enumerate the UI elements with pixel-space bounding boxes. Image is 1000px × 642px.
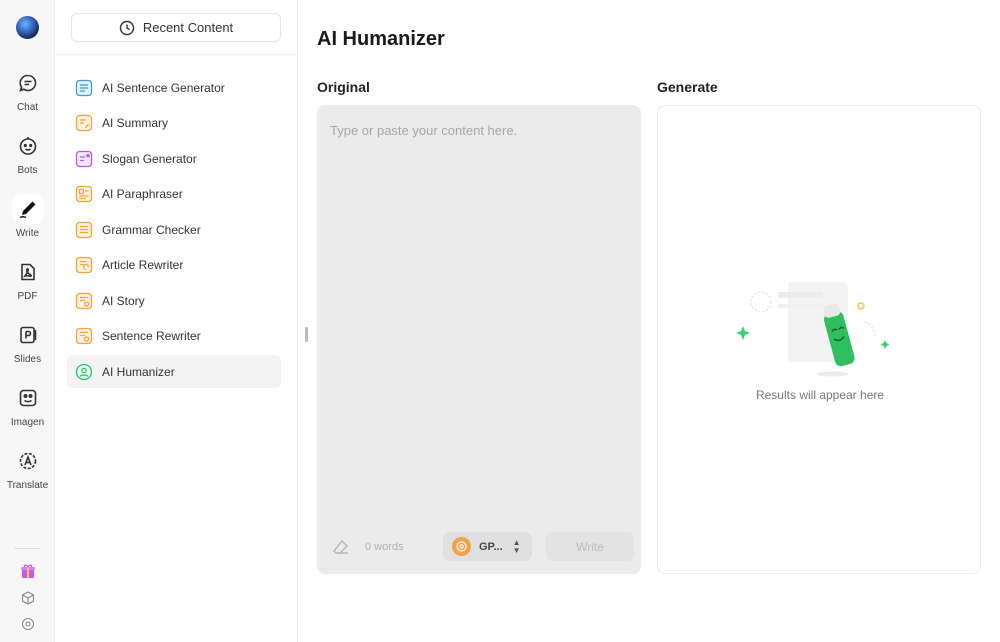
rewriter-icon — [75, 256, 93, 274]
slogan-icon — [75, 150, 93, 167]
tool-label: AI Story — [102, 293, 145, 308]
tool-item-grammar-checker[interactable]: Grammar Checker — [67, 213, 281, 246]
tool-label: Slogan Generator — [102, 151, 197, 166]
tool-list: AI Sentence Generator AI Summary Slogan … — [67, 71, 281, 391]
tool-label: AI Summary — [102, 116, 169, 130]
gift-button[interactable] — [0, 563, 55, 579]
cube-icon — [21, 591, 34, 605]
sentence-generator-icon — [75, 79, 93, 96]
avatar[interactable] — [16, 16, 39, 39]
slides-icon — [19, 326, 36, 344]
rail-item-chat[interactable]: Chat — [0, 68, 55, 113]
empty-results-illustration — [736, 282, 890, 377]
settings-icon — [21, 617, 34, 631]
word-count: 0 words — [365, 541, 404, 553]
rail-item-bots[interactable]: Bots — [0, 131, 55, 176]
chat-icon — [18, 74, 36, 92]
clock-icon — [119, 20, 135, 35]
tool-label: Sentence Rewriter — [102, 329, 201, 343]
rail-label-translate: Translate — [6, 480, 49, 491]
original-heading: Original — [317, 79, 370, 95]
generate-panel: Results will appear here — [657, 105, 981, 574]
pen-icon — [19, 201, 35, 219]
select-caret-icon: ▲ ▼ — [512, 537, 521, 555]
tool-item-ai-story[interactable]: AI Story — [67, 284, 281, 317]
input-footer: 0 words GP... ▲ ▼ Write — [317, 526, 641, 574]
original-panel: 0 words GP... ▲▼ Write — [317, 105, 641, 574]
rail-item-write[interactable]: Write — [0, 194, 55, 239]
rail-item-imagen[interactable]: Imagen — [0, 383, 55, 428]
panel-resize-handle[interactable] — [305, 327, 308, 342]
nav-rail: Chat Bots Write PDF Slides Imagen Transl… — [0, 0, 55, 642]
bot-icon — [19, 137, 36, 155]
grammar-icon — [75, 221, 93, 238]
tool-label: AI Sentence Generator — [102, 80, 225, 95]
paraphraser-icon — [75, 185, 93, 203]
humanizer-icon — [75, 363, 93, 380]
gift-icon — [20, 564, 35, 578]
rail-label-slides: Slides — [13, 354, 42, 365]
tool-item-ai-paraphraser[interactable]: AI Paraphraser — [67, 178, 281, 211]
model-selector[interactable]: GP... ▲ ▼ — [443, 532, 532, 561]
rail-label-write: Write — [15, 228, 40, 239]
pdf-icon — [20, 263, 35, 281]
cube-button[interactable] — [0, 591, 55, 605]
tool-label: Article Rewriter — [102, 258, 184, 272]
tool-item-ai-humanizer[interactable]: AI Humanizer — [67, 355, 281, 388]
tool-item-ai-summary[interactable]: AI Summary — [67, 107, 281, 140]
story-icon — [75, 292, 93, 309]
tool-label: AI Paraphraser — [102, 187, 183, 201]
sidebar-divider — [55, 54, 298, 55]
summary-icon — [75, 114, 93, 132]
translate-icon — [19, 452, 36, 470]
page-title: AI Humanizer — [317, 28, 445, 50]
tool-label: Grammar Checker — [102, 222, 201, 237]
tools-sidebar: Recent Content AI Sentence Generator AI … — [55, 0, 298, 642]
empty-results-text: Results will appear here — [755, 388, 885, 402]
model-logo-icon — [452, 537, 471, 556]
tool-item-article-rewriter[interactable]: Article Rewriter — [67, 249, 281, 282]
tool-item-slogan-generator[interactable]: Slogan Generator — [67, 142, 281, 175]
settings-button[interactable] — [0, 617, 55, 631]
tool-label: AI Humanizer — [102, 364, 175, 379]
image-icon — [19, 389, 36, 407]
eraser-icon[interactable] — [332, 538, 350, 556]
rail-label-chat: Chat — [16, 102, 39, 113]
tool-item-sentence-rewriter[interactable]: Sentence Rewriter — [67, 320, 281, 353]
rail-label-pdf: PDF — [17, 291, 38, 302]
rail-label-imagen: Imagen — [10, 417, 45, 428]
recent-content-button[interactable]: Recent Content — [71, 13, 281, 42]
generate-heading: Generate — [657, 79, 718, 95]
content-input[interactable] — [317, 105, 641, 525]
recent-content-label: Recent Content — [142, 20, 234, 35]
rail-item-pdf[interactable]: PDF — [0, 257, 55, 302]
tool-item-ai-sentence-generator[interactable]: AI Sentence Generator — [67, 71, 281, 104]
rail-item-slides[interactable]: Slides — [0, 320, 55, 365]
write-button[interactable]: Write — [546, 532, 634, 561]
sentence-rewriter-icon — [75, 327, 93, 345]
rail-item-translate[interactable]: Translate — [0, 446, 55, 491]
model-name: GP... — [479, 540, 503, 553]
rail-label-bots: Bots — [17, 165, 38, 176]
rail-divider — [14, 548, 41, 549]
